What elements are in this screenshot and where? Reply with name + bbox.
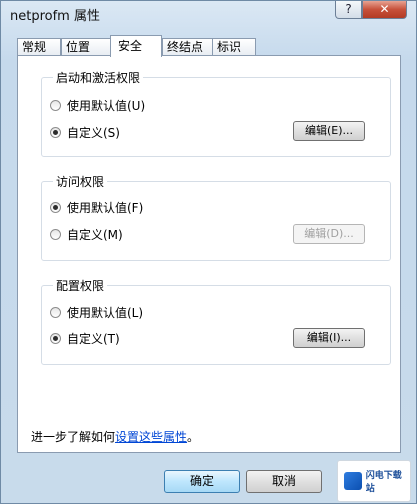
learn-more-suffix: 。 bbox=[187, 430, 200, 444]
radio-button[interactable] bbox=[50, 99, 61, 111]
watermark-badge: 闪电下载站 bbox=[337, 460, 411, 502]
window-title: netprofm 属性 bbox=[10, 9, 100, 24]
watermark-text: 闪电下载站 bbox=[365, 471, 402, 494]
radio-label: 使用默认值(L) bbox=[67, 305, 144, 320]
launch-activation-permissions-group: 启动和激活权限 使用默认值(U) 自定义(S) 编辑(E)... bbox=[41, 69, 391, 157]
tab-endpoints[interactable]: 终结点 bbox=[162, 38, 213, 56]
default-radio-option[interactable]: 使用默认值(L) bbox=[50, 304, 143, 320]
learn-more-link[interactable]: 设置这些属性 bbox=[115, 430, 187, 444]
radio-label: 自定义(S) bbox=[67, 125, 120, 140]
tab-location[interactable]: 位置 bbox=[61, 38, 111, 56]
edit-button: 编辑(D)... bbox=[293, 224, 365, 244]
radio-label: 使用默认值(U) bbox=[67, 98, 146, 113]
tab-security[interactable]: 安全 bbox=[110, 35, 162, 57]
help-button[interactable]: ? bbox=[335, 1, 362, 19]
radio-button[interactable] bbox=[50, 126, 61, 138]
custom-radio-option[interactable]: 自定义(M) bbox=[50, 226, 123, 242]
radio-button[interactable] bbox=[50, 228, 61, 240]
tab-identity[interactable]: 标识 bbox=[212, 38, 256, 56]
default-radio-option[interactable]: 使用默认值(U) bbox=[50, 97, 145, 113]
watermark-logo-icon bbox=[344, 472, 362, 490]
ok-button[interactable]: 确定 bbox=[164, 470, 240, 493]
radio-button[interactable] bbox=[50, 201, 61, 213]
security-tab-panel: 启动和激活权限 使用默认值(U) 自定义(S) 编辑(E)... 访问权限 使用… bbox=[17, 55, 401, 453]
custom-radio-option[interactable]: 自定义(T) bbox=[50, 330, 120, 346]
edit-button[interactable]: 编辑(I)... bbox=[293, 328, 365, 348]
tab-general[interactable]: 常规 bbox=[17, 38, 61, 56]
edit-button[interactable]: 编辑(E)... bbox=[293, 121, 365, 141]
radio-label: 使用默认值(F) bbox=[67, 200, 144, 215]
access-permissions-group: 访问权限 使用默认值(F) 自定义(M) 编辑(D)... bbox=[41, 173, 391, 261]
radio-button[interactable] bbox=[50, 332, 61, 344]
properties-dialog: netprofm 属性 ? ✕ 常规 位置 安全 终结点 标识 启动和激活权限 … bbox=[0, 0, 417, 504]
learn-more-prefix: 进一步了解如何 bbox=[31, 430, 116, 444]
radio-label: 自定义(T) bbox=[67, 331, 120, 346]
cancel-button[interactable]: 取消 bbox=[246, 470, 322, 493]
group-label: 启动和激活权限 bbox=[53, 69, 144, 86]
close-button[interactable]: ✕ bbox=[362, 1, 407, 19]
radio-label: 自定义(M) bbox=[67, 227, 123, 242]
group-label: 配置权限 bbox=[53, 277, 108, 294]
group-label: 访问权限 bbox=[53, 173, 108, 190]
learn-more-text: 进一步了解如何设置这些属性。 bbox=[31, 428, 199, 445]
custom-radio-option[interactable]: 自定义(S) bbox=[50, 124, 120, 140]
configuration-permissions-group: 配置权限 使用默认值(L) 自定义(T) 编辑(I)... bbox=[41, 277, 391, 365]
radio-button[interactable] bbox=[50, 306, 61, 318]
default-radio-option[interactable]: 使用默认值(F) bbox=[50, 199, 143, 215]
